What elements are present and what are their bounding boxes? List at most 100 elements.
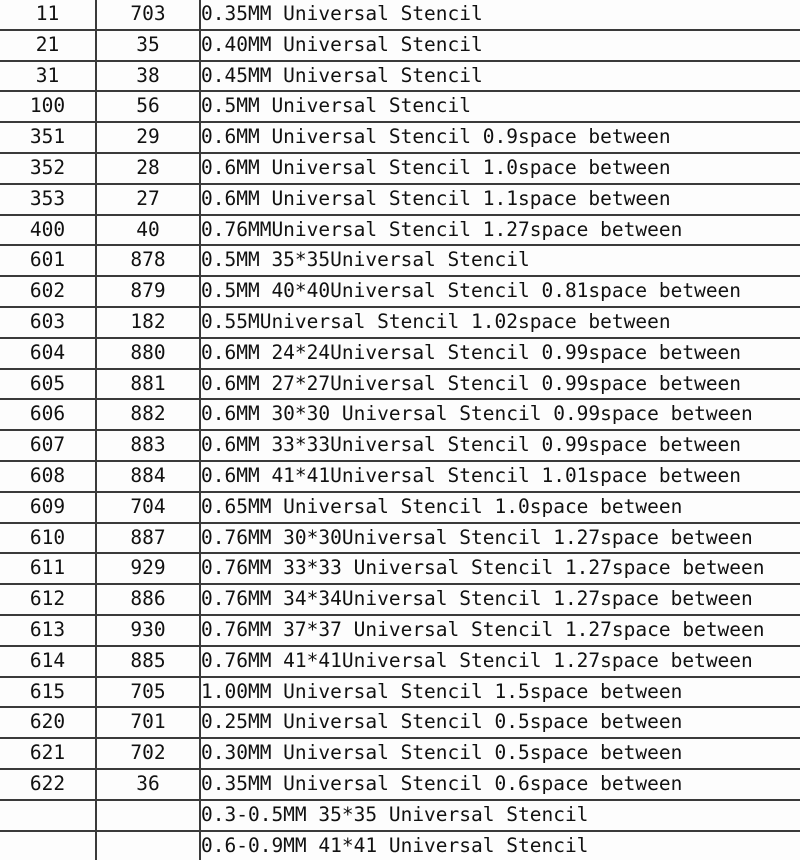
cell-code: 603 (0, 305, 97, 338)
cell-number: 930 (96, 613, 201, 646)
cell-code (0, 798, 97, 831)
cell-description: 0.40MM Universal Stencil (200, 28, 800, 61)
cell-description: 0.5MM 40*40Universal Stencil 0.81space b… (200, 275, 800, 307)
table-row: 31 38 0.45MM Universal Stencil (0, 59, 800, 92)
cell-code: 100 (0, 90, 97, 123)
table-row: 604 880 0.6MM 24*24Universal Stencil 0.99s… (0, 336, 800, 369)
table-row: 352 28 0.6MM Universal Stencil 1.0space be… (0, 151, 800, 184)
cell-code: 613 (0, 613, 97, 646)
cell-description: 0.76MM 30*30Universal Stencil 1.27space … (200, 521, 800, 554)
table-row: 621 702 0.30MM Universal Stencil 0.5space … (0, 737, 800, 769)
cell-description: 0.3-0.5MM 35*35 Universal Stencil (200, 798, 800, 831)
cell-description: 0.25MM Universal Stencil 0.5space betwee… (200, 706, 800, 739)
cell-code: 31 (0, 59, 97, 92)
cell-code: 610 (0, 521, 97, 554)
cell-number: 35 (96, 28, 201, 61)
table-row: 602 879 0.5MM 40*40Universal Stencil 0.81s… (0, 275, 800, 307)
table-row: 612 886 0.76MM 34*34Universal Stencil 1.27… (0, 583, 800, 615)
table-row: 21 35 0.40MM Universal Stencil (0, 28, 800, 61)
cell-description: 0.45MM Universal Stencil (200, 59, 800, 92)
cell-code: 352 (0, 151, 97, 184)
cell-code: 606 (0, 398, 97, 431)
cell-number: 56 (96, 90, 201, 123)
table-row: 11 703 0.35MM Universal Stencil (0, 0, 800, 30)
cell-number: 885 (96, 644, 201, 677)
cell-code: 611 (0, 552, 97, 585)
cell-description: 0.35MM Universal Stencil (200, 0, 800, 30)
table-row: 622 36 0.35MM Universal Stencil 0.6space b… (0, 767, 800, 800)
table-row: 351 29 0.6MM Universal Stencil 0.9space be… (0, 121, 800, 153)
cell-number: 701 (96, 706, 201, 739)
cell-code: 622 (0, 767, 97, 800)
cell-description: 0.30MM Universal Stencil 0.5space betwee… (200, 737, 800, 769)
cell-number: 929 (96, 552, 201, 585)
cell-number (96, 798, 201, 831)
cell-code: 620 (0, 706, 97, 739)
table-row: 353 27 0.6MM Universal Stencil 1.1space be… (0, 182, 800, 215)
cell-number: 884 (96, 459, 201, 492)
table-row: 0.6-0.9MM 41*41 Universal Stencil (0, 829, 800, 860)
cell-code: 21 (0, 28, 97, 61)
table-row: 605 881 0.6MM 27*27Universal Stencil 0.99s… (0, 367, 800, 400)
cell-number: 880 (96, 336, 201, 369)
cell-description: 0.6MM Universal Stencil 1.1space between (200, 182, 800, 215)
cell-number: 882 (96, 398, 201, 431)
cell-description: 0.35MM Universal Stencil 0.6space betwee… (200, 767, 800, 800)
cell-number: 704 (96, 490, 201, 523)
cell-description: 0.55MUniversal Stencil 1.02space between (200, 305, 800, 338)
cell-number: 29 (96, 121, 201, 153)
table-row: 0.3-0.5MM 35*35 Universal Stencil (0, 798, 800, 831)
table-row: 606 882 0.6MM 30*30 Universal Stencil 0.99… (0, 398, 800, 431)
cell-description: 0.65MM Universal Stencil 1.0space betwee… (200, 490, 800, 523)
table-row: 610 887 0.76MM 30*30Universal Stencil 1.27… (0, 521, 800, 554)
cell-code: 601 (0, 244, 97, 277)
cell-number (96, 829, 201, 860)
table-row: 614 885 0.76MM 41*41Universal Stencil 1.27… (0, 644, 800, 677)
cell-code: 614 (0, 644, 97, 677)
table-row: 611 929 0.76MM 33*33 Universal Stencil 1.2… (0, 552, 800, 585)
table-row: 607 883 0.6MM 33*33Universal Stencil 0.99s… (0, 429, 800, 461)
cell-code: 400 (0, 213, 97, 246)
cell-number: 28 (96, 151, 201, 184)
cell-number: 27 (96, 182, 201, 215)
cell-code: 609 (0, 490, 97, 523)
cell-description: 0.76MM 37*37 Universal Stencil 1.27space… (200, 613, 800, 646)
table-row: 615 705 1.00MM Universal Stencil 1.5space … (0, 675, 800, 708)
cell-description: 0.76MM 33*33 Universal Stencil 1.27space… (200, 552, 800, 585)
cell-number: 887 (96, 521, 201, 554)
table-row: 620 701 0.25MM Universal Stencil 0.5space … (0, 706, 800, 739)
table-row: 400 40 0.76MMUniversal Stencil 1.27space b… (0, 213, 800, 246)
cell-number: 886 (96, 583, 201, 615)
cell-description: 0.6-0.9MM 41*41 Universal Stencil (200, 829, 800, 860)
cell-number: 881 (96, 367, 201, 400)
table-row: 603 182 0.55MUniversal Stencil 1.02space b… (0, 305, 800, 338)
cell-number: 36 (96, 767, 201, 800)
cell-number: 878 (96, 244, 201, 277)
cell-code (0, 829, 97, 860)
cell-code: 605 (0, 367, 97, 400)
cell-description: 0.76MM 41*41Universal Stencil 1.27space … (200, 644, 800, 677)
cell-description: 0.6MM 27*27Universal Stencil 0.99space b… (200, 367, 800, 400)
table-row: 609 704 0.65MM Universal Stencil 1.0space … (0, 490, 800, 523)
cell-number: 40 (96, 213, 201, 246)
cell-description: 0.5MM Universal Stencil (200, 90, 800, 123)
cell-code: 615 (0, 675, 97, 708)
table-row: 608 884 0.6MM 41*41Universal Stencil 1.01s… (0, 459, 800, 492)
cell-number: 705 (96, 675, 201, 708)
cell-code: 351 (0, 121, 97, 153)
cell-code: 608 (0, 459, 97, 492)
product-table-body: 11 703 0.35MM Universal Stencil 21 35 0.40MM … (0, 0, 800, 860)
cell-number: 702 (96, 737, 201, 769)
cell-code: 353 (0, 182, 97, 215)
cell-number: 883 (96, 429, 201, 461)
cell-description: 0.76MM 34*34Universal Stencil 1.27space … (200, 583, 800, 615)
cell-description: 0.5MM 35*35Universal Stencil (200, 244, 800, 277)
cell-description: 0.76MMUniversal Stencil 1.27space betwee… (200, 213, 800, 246)
cell-description: 0.6MM 30*30 Universal Stencil 0.99space … (200, 398, 800, 431)
cell-number: 38 (96, 59, 201, 92)
cell-code: 11 (0, 0, 97, 30)
cell-code: 621 (0, 737, 97, 769)
cell-description: 0.6MM Universal Stencil 0.9space between (200, 121, 800, 153)
cell-description: 0.6MM 41*41Universal Stencil 1.01space b… (200, 459, 800, 492)
cell-description: 0.6MM 33*33Universal Stencil 0.99space b… (200, 429, 800, 461)
